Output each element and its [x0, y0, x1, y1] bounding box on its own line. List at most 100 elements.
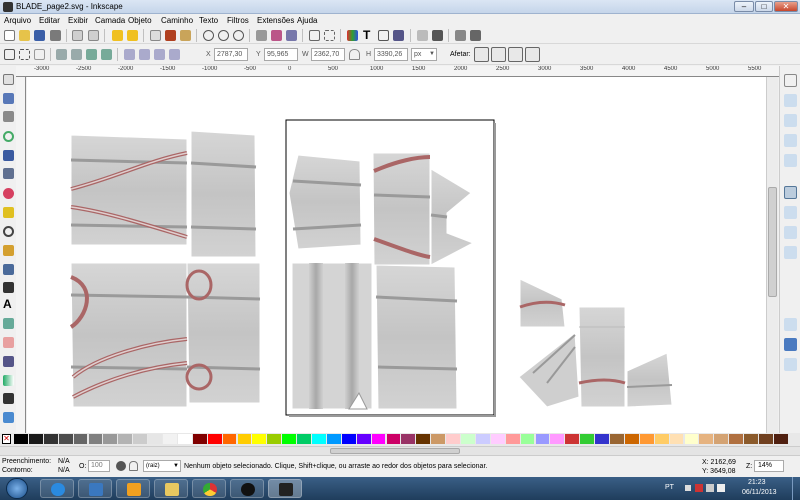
drawing-canvas[interactable]: [27, 77, 766, 433]
cut-icon[interactable]: [165, 30, 176, 41]
pattern-piece-5[interactable]: [288, 154, 362, 250]
color-swatch[interactable]: [729, 434, 744, 444]
zoom-field[interactable]: 14%: [754, 460, 784, 472]
color-swatch[interactable]: [297, 434, 311, 444]
pattern-piece-3[interactable]: [69, 262, 188, 408]
affect-corners-toggle[interactable]: [491, 47, 506, 62]
color-swatch[interactable]: [356, 434, 371, 444]
selector-tool-icon[interactable]: [3, 74, 14, 85]
color-swatch[interactable]: [639, 434, 654, 444]
color-swatch[interactable]: [386, 434, 401, 444]
zoom-selection-icon[interactable]: [203, 30, 214, 41]
color-swatch[interactable]: [14, 434, 28, 444]
3d-box-tool-icon[interactable]: [3, 168, 14, 179]
unlink-clone-icon[interactable]: [286, 30, 297, 41]
color-swatch[interactable]: [401, 434, 416, 444]
star-tool-icon[interactable]: [3, 207, 14, 218]
color-swatch[interactable]: [520, 434, 535, 444]
color-swatch[interactable]: [163, 434, 177, 444]
layer-select[interactable]: (raiz) ▼: [143, 460, 181, 472]
pattern-piece-4[interactable]: [185, 262, 261, 404]
color-swatch[interactable]: [58, 434, 73, 444]
color-swatch[interactable]: [610, 434, 624, 444]
undo-icon[interactable]: [112, 30, 123, 41]
menu-editar[interactable]: Editar: [39, 16, 60, 25]
color-swatch[interactable]: [744, 434, 758, 444]
group-icon[interactable]: [309, 30, 320, 41]
color-swatch[interactable]: [595, 434, 609, 444]
pattern-piece-2[interactable]: [190, 130, 257, 258]
color-swatch[interactable]: [416, 434, 431, 444]
affect-patterns-toggle[interactable]: [525, 47, 540, 62]
pattern-piece-1[interactable]: [70, 134, 188, 246]
color-swatch[interactable]: [371, 434, 386, 444]
pattern-piece-12[interactable]: [518, 332, 580, 408]
stroke-value[interactable]: N/A: [58, 467, 70, 474]
align-distribute-icon[interactable]: [393, 30, 404, 41]
taskbar-inkscape[interactable]: [268, 479, 302, 498]
layer-visibility-icon[interactable]: [116, 461, 126, 471]
snap-toggle-icon[interactable]: [784, 74, 797, 87]
show-desktop-button[interactable]: [792, 477, 800, 500]
color-swatch[interactable]: [73, 434, 88, 444]
color-swatch[interactable]: [580, 434, 595, 444]
tray-volume-icon[interactable]: [717, 484, 725, 492]
menu-arquivo[interactable]: Arquivo: [4, 16, 31, 25]
fill-stroke-icon[interactable]: [347, 30, 358, 41]
save-icon[interactable]: [34, 30, 45, 41]
color-swatch[interactable]: [505, 434, 520, 444]
pattern-piece-8[interactable]: [291, 262, 373, 410]
unit-select[interactable]: px ▼: [411, 48, 437, 61]
x-field[interactable]: 2787,30: [214, 48, 248, 61]
color-swatch[interactable]: [490, 434, 505, 444]
deselect-icon[interactable]: [34, 49, 45, 60]
color-swatch[interactable]: [669, 434, 684, 444]
snap-intersections-icon[interactable]: [784, 226, 797, 239]
lock-icon[interactable]: [349, 49, 360, 60]
flip-vertical-icon[interactable]: [101, 49, 112, 60]
color-swatch[interactable]: [312, 434, 326, 444]
lower-icon[interactable]: [154, 49, 165, 60]
menu-texto[interactable]: Texto: [199, 16, 218, 25]
color-swatch[interactable]: [446, 434, 460, 444]
pattern-piece-11[interactable]: [578, 306, 626, 408]
opacity-field[interactable]: 100: [88, 460, 110, 472]
affect-gradients-toggle[interactable]: [508, 47, 523, 62]
node-tool-icon[interactable]: [3, 93, 14, 104]
color-swatch[interactable]: [535, 434, 550, 444]
color-swatch[interactable]: [237, 434, 252, 444]
snap-page-icon[interactable]: [784, 318, 797, 331]
connector-tool-icon[interactable]: [3, 412, 14, 423]
snap-bbox-corners-icon[interactable]: [784, 134, 797, 147]
snap-grid-icon[interactable]: [784, 338, 797, 351]
color-swatch[interactable]: [207, 434, 222, 444]
new-document-icon[interactable]: [4, 30, 15, 41]
clock-time[interactable]: 21:23: [748, 479, 766, 486]
spray-tool-icon[interactable]: [3, 318, 14, 329]
color-swatch[interactable]: [177, 434, 192, 444]
snap-guide-icon[interactable]: [784, 358, 797, 371]
rectangle-tool-icon[interactable]: [3, 150, 14, 161]
print-icon[interactable]: [50, 30, 61, 41]
color-swatch[interactable]: [654, 434, 669, 444]
tray-network-icon[interactable]: [706, 484, 714, 492]
pattern-piece-13[interactable]: [626, 352, 673, 408]
color-swatch[interactable]: [565, 434, 580, 444]
no-paint-swatch[interactable]: ✕: [2, 434, 11, 444]
import-icon[interactable]: [72, 30, 83, 41]
color-swatch[interactable]: [326, 434, 341, 444]
menu-ajuda[interactable]: Ajuda: [297, 16, 317, 25]
flip-horizontal-icon[interactable]: [86, 49, 97, 60]
taskbar-media-center[interactable]: [78, 479, 112, 498]
taskbar-internet-explorer[interactable]: [40, 479, 74, 498]
text-font-icon[interactable]: T: [363, 29, 374, 41]
color-swatch[interactable]: [624, 434, 639, 444]
pen-tool-icon[interactable]: [3, 264, 14, 275]
text-tool-icon[interactable]: A: [3, 298, 14, 310]
tweak-tool-icon[interactable]: [3, 111, 14, 122]
lower-to-bottom-icon[interactable]: [169, 49, 180, 60]
color-swatch[interactable]: [267, 434, 282, 444]
redo-icon[interactable]: [127, 30, 138, 41]
clock-date[interactable]: 06/11/2013: [742, 489, 777, 496]
pattern-piece-9[interactable]: [375, 264, 458, 410]
